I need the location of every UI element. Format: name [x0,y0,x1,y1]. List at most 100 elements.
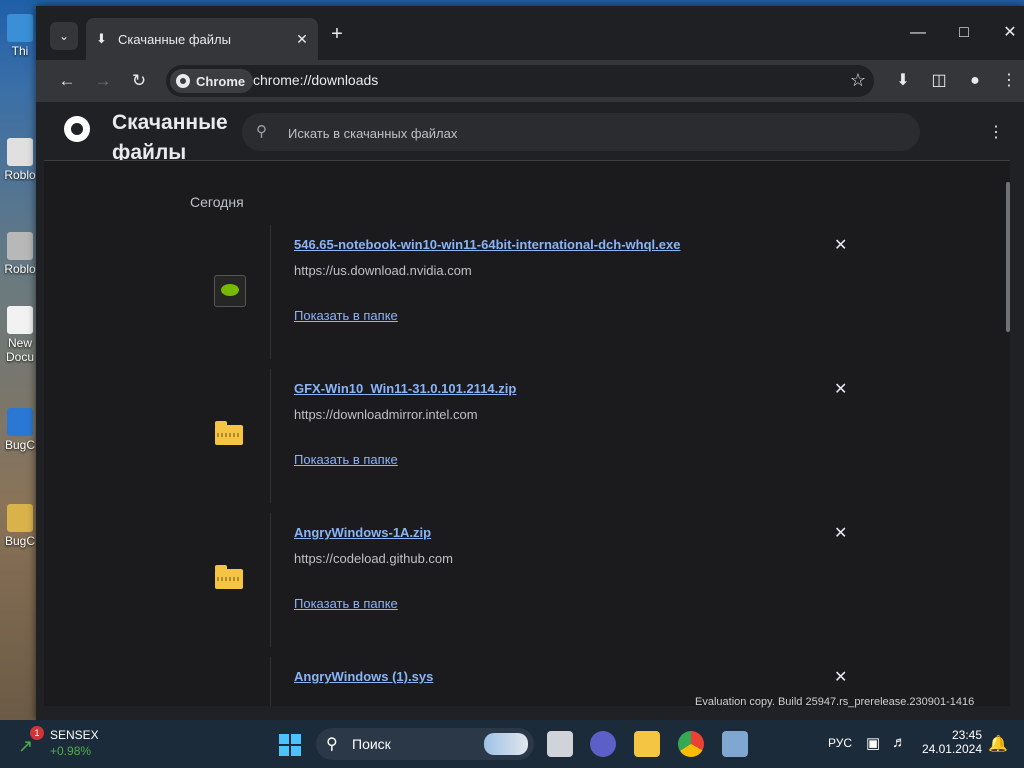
windows-logo-icon [291,746,301,756]
taskbar-search[interactable]: ⚲ Поиск [316,728,534,760]
close-tab-button[interactable]: ✕ [292,31,312,48]
meet-icon[interactable] [590,731,616,757]
download-item: 546.65-notebook-win10-win11-64bit-intern… [190,225,850,359]
profile-icon[interactable]: ● [964,70,986,92]
remove-download-icon[interactable]: ✕ [834,667,847,687]
toolbar: ← → ↻ Chrome chrome://downloads ☆ ⬇ ◫ ● … [36,60,1024,102]
divider [270,657,271,706]
tab-title: Скачанные файлы [118,31,231,47]
clock[interactable]: 23:45 24.01.2024 [920,728,982,756]
divider [270,513,271,647]
divider [270,369,271,503]
tab-downloads[interactable]: ⬇ Скачанные файлы ✕ [86,18,318,60]
maximize-button[interactable]: □ [948,22,980,44]
downloads-list: Сегодня 546.65-notebook-win10-win11-64bi… [44,161,1010,706]
chrome-icon [176,74,190,88]
new-tab-button[interactable]: + [326,24,348,46]
nvidia-icon [214,275,246,307]
desktop-icon[interactable]: BugC [0,408,40,452]
divider [270,225,271,359]
notifications-bell-icon[interactable]: 🔔 [988,734,1008,754]
file-icon-area [190,225,270,359]
desktop-icon[interactable]: Roblo [0,138,40,182]
downloads-search[interactable]: ⚲ [242,113,920,153]
stock-widget[interactable]: ↗ 1 SENSEX +0.98% [18,726,99,758]
desktop-icon-label: Roblo [4,262,36,276]
desktop-icon[interactable]: Thi [0,14,40,58]
scrollbar-thumb[interactable] [1006,182,1010,332]
forward-button[interactable]: → [91,69,115,93]
side-panel-icon[interactable]: ◫ [928,70,950,92]
downloads-toolbar-icon[interactable]: ⬇ [892,70,914,92]
download-filename-link[interactable]: AngryWindows (1).sys [294,669,433,684]
menu-icon[interactable]: ⋮ [998,70,1020,92]
clock-time: 23:45 [951,728,982,742]
page-title: Скачанные файлы [112,111,228,164]
downloads-search-input[interactable] [286,113,890,153]
app-icon [7,408,33,436]
input-language[interactable]: РУС [828,736,852,750]
downloads-header: Скачанные файлы ⚲ ⋮ [44,102,1010,164]
download-filename-link[interactable]: AngryWindows-1A.zip [294,525,431,540]
monitor-icon [7,14,33,42]
search-icon: ⚲ [326,736,338,753]
roblox-icon [7,232,33,260]
taskbar: ↗ 1 SENSEX +0.98% ⚲ Поиск РУС ▣ ♬ 23:45 … [0,720,1024,768]
volume-muted-icon[interactable]: ♬ [892,734,907,751]
more-options-icon[interactable]: ⋮ [988,122,1004,142]
download-item: GFX-Win10_Win11-31.0.101.2114.zip https:… [190,369,850,503]
file-icon-area [190,513,270,647]
downloads-page: Скачанные файлы ⚲ ⋮ Сегодня 546.65-noteb… [44,102,1010,706]
search-icon: ⚲ [256,123,267,140]
task-view-icon[interactable] [547,731,573,757]
folder-icon [7,504,33,532]
site-chip-label: Chrome [196,73,246,89]
show-in-folder-link[interactable]: Показать в папке [294,452,398,467]
windows-logo-icon [279,734,289,744]
back-button[interactable]: ← [55,69,79,93]
zip-folder-icon [215,421,243,445]
download-source: https://us.download.nvidia.com [294,263,472,278]
remove-download-icon[interactable]: ✕ [834,523,847,543]
file-icon-area [190,657,270,706]
desktop-icon[interactable]: BugC [0,504,40,548]
chrome-taskbar-icon[interactable] [678,731,704,757]
stock-name: SENSEX [50,728,99,742]
download-item: AngryWindows-1A.zip https://codeload.git… [190,513,850,647]
date-group-label: Сегодня [190,194,244,210]
tab-strip: ⌄ ⬇ Скачанные файлы ✕ + — □ ✕ [36,6,1024,60]
windows-logo-icon [279,746,289,756]
start-button[interactable] [279,734,301,756]
file-explorer-icon[interactable] [634,731,660,757]
bookmark-star-icon[interactable]: ☆ [850,70,866,91]
desktop-icon[interactable]: Roblo [0,232,40,276]
close-window-button[interactable]: ✕ [994,22,1024,44]
site-chip[interactable]: Chrome [170,69,254,93]
chevron-down-icon: ⌄ [58,29,70,43]
desktop-icon-label: New Docu [5,336,34,364]
download-icon: ⬇ [96,31,107,46]
evaluation-watermark: Evaluation copy. Build 25947.rs_prerelea… [695,696,975,708]
browser-window: ⌄ ⬇ Скачанные файлы ✕ + — □ ✕ ← → ↻ Chro… [36,6,1024,720]
url-text[interactable]: chrome://downloads [253,72,378,88]
performance-monitor-icon[interactable] [722,731,748,757]
minimize-button[interactable]: — [902,22,934,44]
show-in-folder-link[interactable]: Показать в папке [294,596,398,611]
address-bar[interactable]: Chrome chrome://downloads ☆ [166,65,874,97]
network-icon[interactable]: ▣ [866,734,880,752]
remove-download-icon[interactable]: ✕ [834,379,847,399]
desktop-icon[interactable]: New Docu [0,306,40,364]
download-source: https://downloadmirror.intel.com [294,407,478,422]
chrome-logo-icon [64,116,90,142]
desktop-icon-label: Thi [11,44,29,58]
tab-search-button[interactable]: ⌄ [50,22,78,50]
reload-button[interactable]: ↻ [127,69,151,93]
taskbar-search-label: Поиск [352,736,391,752]
desktop-icon-label: Roblo [4,168,36,182]
search-highlight-image [484,733,528,755]
remove-download-icon[interactable]: ✕ [834,235,847,255]
stock-change: +0.98% [50,744,92,758]
download-filename-link[interactable]: 546.65-notebook-win10-win11-64bit-intern… [294,237,680,252]
show-in-folder-link[interactable]: Показать в папке [294,308,398,323]
download-filename-link[interactable]: GFX-Win10_Win11-31.0.101.2114.zip [294,381,516,396]
